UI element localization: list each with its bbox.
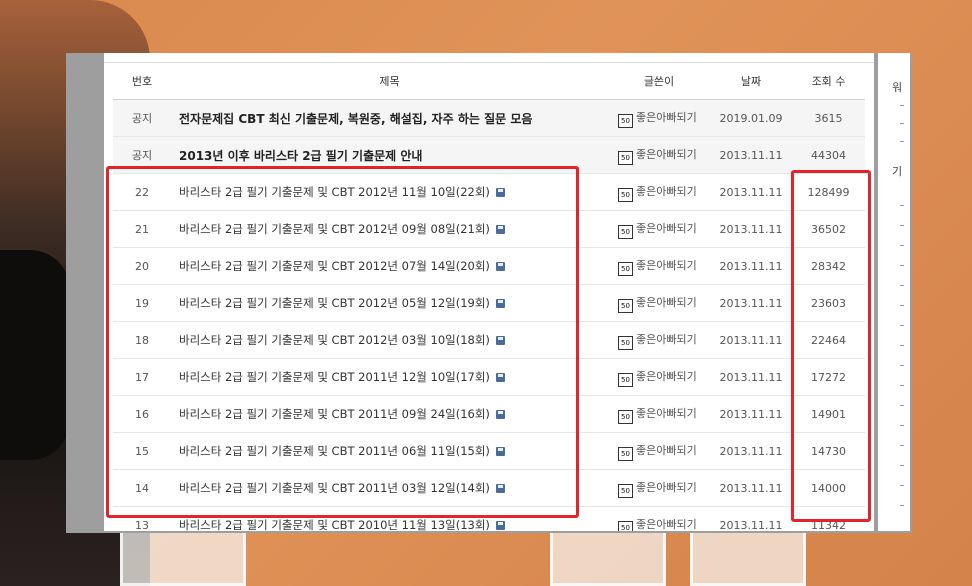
table-header-row: 번호 제목 글쓴이 날짜 조회 수 (113, 63, 865, 100)
row-date: 2013.11.11 (710, 284, 792, 322)
row-author[interactable]: 좋은아빠되기 (636, 444, 697, 457)
level-badge-icon: 50 (618, 187, 633, 202)
row-author[interactable]: 좋은아빠되기 (636, 222, 697, 235)
header-date[interactable]: 날짜 (710, 63, 792, 100)
row-title-link[interactable]: 전자문제집 CBT 최신 기출문제, 복원중, 해설집, 자주 하는 질문 모음 (179, 112, 532, 126)
row-author[interactable]: 좋은아빠되기 (636, 148, 697, 161)
side-list-marker (900, 365, 904, 366)
row-date: 2013.11.11 (710, 395, 792, 433)
level-badge-icon: 50 (618, 224, 633, 239)
side-list-marker (900, 305, 904, 306)
row-date: 2013.11.11 (710, 247, 792, 285)
row-author[interactable]: 좋은아빠되기 (636, 185, 697, 198)
side-panel: 워 기 (878, 53, 910, 531)
highlight-box-views (791, 170, 871, 522)
notice-row[interactable]: 공지 전자문제집 CBT 최신 기출문제, 복원중, 해설집, 자주 하는 질문 … (113, 99, 865, 137)
row-author-cell: 50 좋은아빠되기 (608, 99, 710, 137)
highlight-box-titles (106, 166, 579, 518)
row-title-link[interactable]: 2013년 이후 바리스타 2급 필기 기출문제 안내 (179, 149, 422, 163)
header-author[interactable]: 글쓴이 (608, 63, 710, 100)
side-label-1: 워 (892, 81, 903, 94)
row-author[interactable]: 좋은아빠되기 (636, 259, 697, 272)
level-badge-icon: 50 (618, 298, 633, 313)
level-badge-icon: 50 (618, 483, 633, 498)
side-list-marker (900, 505, 904, 506)
level-badge-icon: 50 (618, 446, 633, 461)
row-author-cell: 50 좋은아빠되기 (608, 284, 710, 322)
side-list-marker (900, 405, 904, 406)
row-date: 2013.11.11 (710, 210, 792, 248)
side-list-marker (900, 141, 904, 142)
row-date: 2019.01.09 (710, 99, 792, 137)
row-author-cell: 50 좋은아빠되기 (608, 506, 710, 531)
row-num: 공지 (113, 99, 171, 137)
header-num[interactable]: 번호 (113, 63, 171, 100)
row-author-cell: 50 좋은아빠되기 (608, 432, 710, 470)
row-date: 2013.11.11 (710, 321, 792, 359)
level-badge-icon: 50 (618, 520, 633, 531)
side-list-marker (900, 485, 904, 486)
row-author-cell: 50 좋은아빠되기 (608, 247, 710, 285)
row-author[interactable]: 좋은아빠되기 (636, 481, 697, 494)
side-list-marker (900, 225, 904, 226)
row-date: 2013.11.11 (710, 432, 792, 470)
row-author-cell: 50 좋은아빠되기 (608, 469, 710, 507)
row-author-cell: 50 좋은아빠되기 (608, 321, 710, 359)
row-title-cell: 전자문제집 CBT 최신 기출문제, 복원중, 해설집, 자주 하는 질문 모음 (171, 99, 608, 137)
header-title[interactable]: 제목 (171, 63, 608, 100)
side-label-2: 기 (892, 165, 903, 178)
row-author[interactable]: 좋은아빠되기 (636, 370, 697, 383)
level-badge-icon: 50 (618, 409, 633, 424)
side-list-marker (900, 205, 904, 206)
side-list-marker (900, 345, 904, 346)
level-badge-icon: 50 (618, 335, 633, 350)
row-date: 2013.11.11 (710, 136, 792, 174)
side-list-marker (900, 465, 904, 466)
side-list-marker (900, 245, 904, 246)
row-title-link[interactable]: 바리스타 2급 필기 기출문제 및 CBT 2010년 11월 13일(13회) (179, 518, 490, 531)
side-list-marker (900, 385, 904, 386)
row-views: 3615 (792, 99, 865, 137)
row-author[interactable]: 좋은아빠되기 (636, 296, 697, 309)
row-author[interactable]: 좋은아빠되기 (636, 333, 697, 346)
row-date: 2013.11.11 (710, 506, 792, 531)
side-list-marker (900, 325, 904, 326)
row-date: 2013.11.11 (710, 469, 792, 507)
row-author[interactable]: 좋은아빠되기 (636, 111, 697, 124)
header-views[interactable]: 조회 수 (792, 63, 865, 100)
side-list-marker (900, 105, 904, 106)
side-list-marker (900, 265, 904, 266)
row-author-cell: 50 좋은아빠되기 (608, 395, 710, 433)
level-badge-icon: 50 (618, 113, 633, 128)
side-list-marker (900, 425, 904, 426)
floppy-disk-icon (495, 521, 505, 530)
row-author-cell: 50 좋은아빠되기 (608, 136, 710, 174)
row-author-cell: 50 좋은아빠되기 (608, 173, 710, 211)
row-author-cell: 50 좋은아빠되기 (608, 210, 710, 248)
row-date: 2013.11.11 (710, 358, 792, 396)
level-badge-icon: 50 (618, 261, 633, 276)
level-badge-icon: 50 (618, 372, 633, 387)
side-list-marker (900, 123, 904, 124)
row-author[interactable]: 좋은아빠되기 (636, 518, 697, 531)
row-date: 2013.11.11 (710, 173, 792, 211)
row-author-cell: 50 좋은아빠되기 (608, 358, 710, 396)
panel-top-border (104, 53, 874, 63)
row-views: 44304 (792, 136, 865, 174)
side-list-marker (900, 285, 904, 286)
row-author[interactable]: 좋은아빠되기 (636, 407, 697, 420)
level-badge-icon: 50 (618, 150, 633, 165)
side-list-marker (900, 445, 904, 446)
